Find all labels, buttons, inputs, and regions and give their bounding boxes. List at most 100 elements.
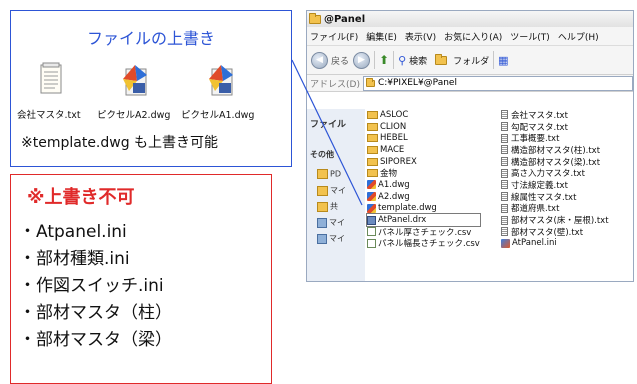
search-icon[interactable]: ⚲ <box>398 54 406 67</box>
file-item[interactable]: SIPOREX <box>367 156 480 168</box>
file-item[interactable]: パネル幅長さチェック.csv <box>367 238 480 249</box>
file-item[interactable]: 勾配マスタ.txt <box>501 121 609 133</box>
dwg-file-icon <box>367 203 376 213</box>
file-name: AtPanel.drx <box>378 215 427 226</box>
file-item[interactable]: HEBEL <box>367 132 480 144</box>
file-name: 都道府県.txt <box>511 204 560 215</box>
csv-file-icon <box>367 227 376 237</box>
search-button[interactable]: 検索 <box>409 54 427 67</box>
file-item[interactable]: 部材マスタ(床・屋根).txt <box>501 214 609 226</box>
file-item[interactable]: 部材マスタ(壁).txt <box>501 226 609 238</box>
file-item[interactable]: 構造部材マスタ(柱).txt <box>501 144 609 156</box>
toolbar-divider <box>493 51 495 69</box>
callout-note: ※template.dwg も上書き可能 <box>21 135 219 151</box>
menu-bar: ファイル(F) 編集(E) 表示(V) お気に入り(A) ツール(T) ヘルプ(… <box>307 27 633 46</box>
menu-favorites[interactable]: お気に入り(A) <box>444 30 502 43</box>
file-label: 会社マスタ.txt <box>17 110 81 121</box>
file-item[interactable]: A1.dwg <box>367 179 480 191</box>
folder-icon <box>317 169 328 179</box>
file-item[interactable]: 会社マスタ.txt <box>501 109 609 121</box>
address-field[interactable]: C:¥PIXEL¥@Panel <box>362 75 633 91</box>
file-name: 会社マスタ.txt <box>511 110 568 121</box>
task-pane: ファイル その他 PD マイ 共 マイ マイ <box>307 109 365 281</box>
place-item[interactable]: PD <box>317 169 341 179</box>
text-file-icon <box>501 192 508 202</box>
file-item[interactable]: パネル厚さチェック.csv <box>367 226 480 238</box>
text-file-icon <box>501 122 508 132</box>
file-name: 勾配マスタ.txt <box>511 122 568 133</box>
file-item[interactable]: AtPanel.drx <box>366 213 481 227</box>
file-item[interactable]: ASLOC <box>367 109 480 121</box>
list-item: ・部材マスタ（柱） <box>19 303 172 323</box>
list-item: ・作図スイッチ.ini <box>19 276 164 296</box>
back-label: 戻る <box>331 56 350 67</box>
csv-file-icon <box>367 238 376 248</box>
dwg-file-icon <box>209 65 233 96</box>
file-label: ピクセルA1.dwg <box>181 110 255 121</box>
file-item[interactable]: 金物 <box>367 167 480 179</box>
file-item[interactable]: template.dwg <box>367 203 480 215</box>
place-item[interactable]: マイ <box>317 233 345 244</box>
views-icon[interactable]: ▦ <box>498 54 508 67</box>
file-name: パネル厚さチェック.csv <box>378 227 472 238</box>
file-label: ピクセルA2.dwg <box>97 110 171 121</box>
folders-button[interactable]: フォルダ <box>453 54 489 67</box>
text-file-icon <box>501 180 508 190</box>
file-list: ASLOC CLION HEBEL MACE SIPOREX 金物 A1.dwg A2.dwg… <box>365 109 633 281</box>
back-button[interactable]: ◀ <box>311 51 328 69</box>
folder-icon <box>367 110 378 119</box>
folder-icon <box>367 134 378 143</box>
file-column-right: 会社マスタ.txt 勾配マスタ.txt 工事概要.txt 構造部材マスタ(柱).txt… <box>501 109 609 249</box>
file-tasks-heading[interactable]: ファイル <box>310 117 346 130</box>
forward-button[interactable]: ▶ <box>353 51 371 69</box>
toolbar: ◀ 戻る ▶ ⬆ ⚲ 検索 フォルダ ▦ <box>307 46 633 75</box>
other-places-heading[interactable]: その他 <box>310 149 334 160</box>
text-file-icon <box>501 157 508 167</box>
place-item[interactable]: マイ <box>317 185 346 196</box>
menu-help[interactable]: ヘルプ(H) <box>558 30 599 43</box>
file-item[interactable]: A2.dwg <box>367 191 480 203</box>
file-name: CLION <box>380 121 407 132</box>
menu-edit[interactable]: 編集(E) <box>366 30 397 43</box>
menu-file[interactable]: ファイル(F) <box>310 30 358 43</box>
drx-file-icon <box>367 215 376 225</box>
text-file-icon <box>501 145 508 155</box>
file-item[interactable]: CLION <box>367 121 480 133</box>
menu-tools[interactable]: ツール(T) <box>510 30 550 43</box>
toolbar-divider <box>374 51 376 69</box>
warning-title: ※上書き不可 <box>27 187 135 208</box>
folder-icon <box>309 12 321 24</box>
menu-view[interactable]: 表示(V) <box>405 30 436 43</box>
file-name: template.dwg <box>378 203 437 214</box>
ini-file-icon <box>501 238 510 248</box>
place-item[interactable]: マイ <box>317 217 345 228</box>
file-item[interactable]: 構造部材マスタ(梁).txt <box>501 156 609 168</box>
folders-icon[interactable] <box>435 53 448 65</box>
file-item[interactable]: 寸法線定義.txt <box>501 179 609 191</box>
file-item[interactable]: 都道府県.txt <box>501 203 609 215</box>
list-item: ・部材種類.ini <box>19 249 130 269</box>
address-path: C:¥PIXEL¥@Panel <box>377 78 457 88</box>
file-item[interactable]: 工事概要.txt <box>501 132 609 144</box>
address-bar: アドレス(D) C:¥PIXEL¥@Panel <box>307 75 633 92</box>
place-item[interactable]: 共 <box>317 201 338 212</box>
text-file-icon <box>501 227 508 237</box>
file-item[interactable]: MACE <box>367 144 480 156</box>
explorer-window: @Panel ファイル(F) 編集(E) 表示(V) お気に入り(A) ツール(… <box>306 10 634 282</box>
file-name: 構造部材マスタ(梁).txt <box>511 157 601 168</box>
file-name: SIPOREX <box>380 156 417 167</box>
file-item[interactable]: 高さ入力マスタ.txt <box>501 167 609 179</box>
list-item: ・部材マスタ（梁） <box>19 330 172 350</box>
up-folder-icon[interactable]: ⬆ <box>379 53 389 67</box>
text-file-icon <box>501 133 508 143</box>
window-title: @Panel <box>324 13 366 25</box>
file-name: A1.dwg <box>378 179 410 190</box>
callout-title: ファイルの上書き <box>86 29 215 48</box>
text-file-icon <box>40 62 62 94</box>
file-item[interactable]: AtPanel.ini <box>501 238 609 250</box>
file-item[interactable]: 線属性マスタ.txt <box>501 191 609 203</box>
file-name: ASLOC <box>380 109 409 120</box>
file-name: 線属性マスタ.txt <box>511 192 577 203</box>
folder-icon <box>317 201 328 212</box>
file-column-left: ASLOC CLION HEBEL MACE SIPOREX 金物 A1.dwg A2.dwg… <box>366 109 481 249</box>
